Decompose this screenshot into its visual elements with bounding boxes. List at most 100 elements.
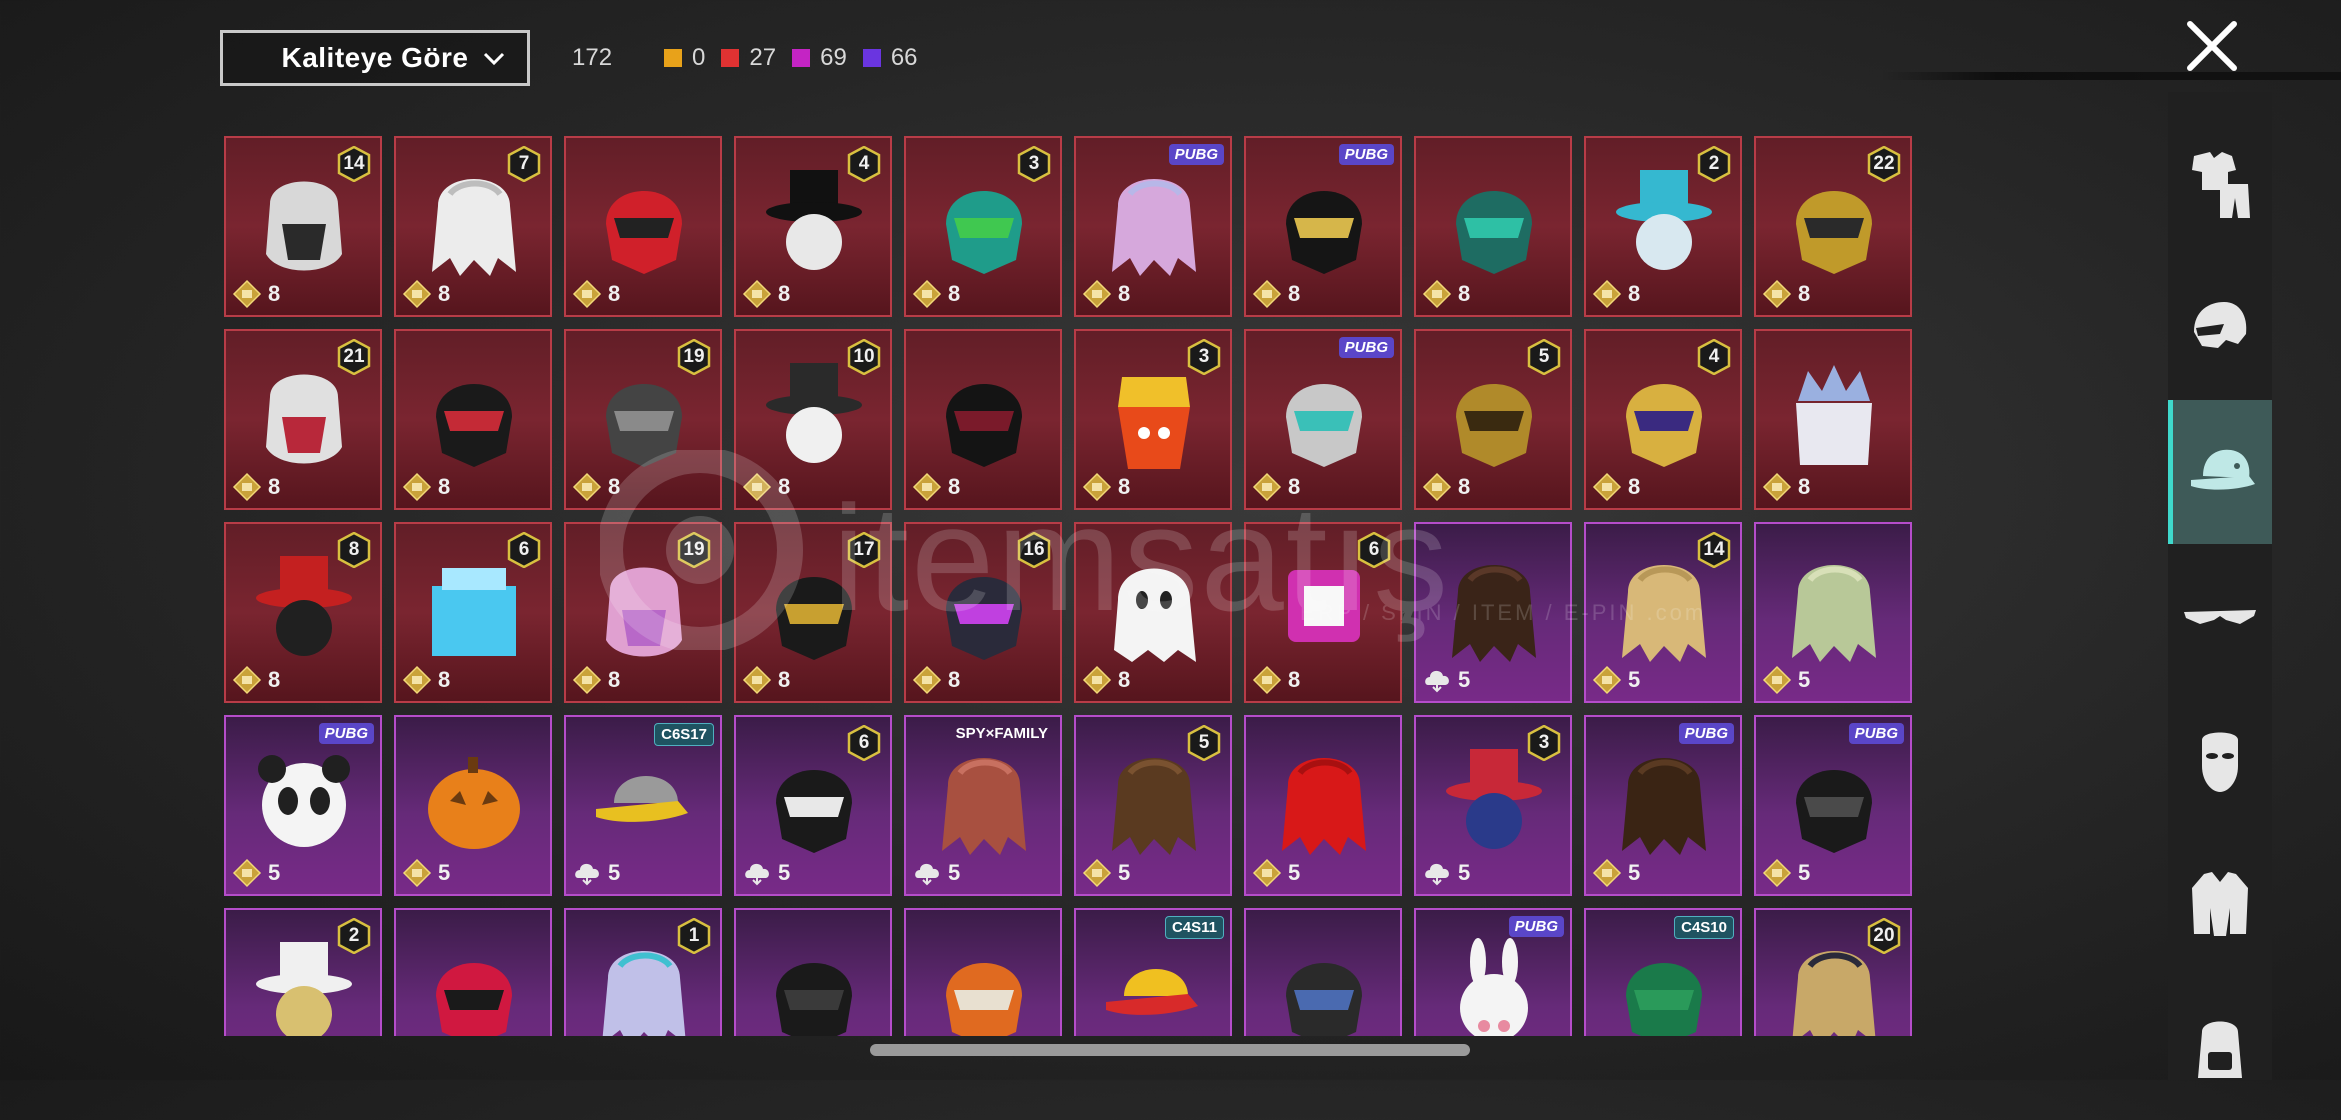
item-tile[interactable]	[1244, 908, 1402, 1036]
sort-dropdown[interactable]: Kaliteye Göre	[220, 30, 530, 86]
item-cost-value: 8	[268, 281, 281, 306]
backpack-icon	[2198, 1021, 2242, 1078]
item-tile[interactable]	[734, 908, 892, 1036]
item-tile[interactable]: C4S10	[1584, 908, 1742, 1036]
item-tile[interactable]: 48	[1584, 329, 1742, 510]
horizontal-scrollbar[interactable]	[870, 1044, 1470, 1056]
item-cost-value: 8	[1288, 667, 1301, 692]
item-tile[interactable]: 35	[1414, 715, 1572, 896]
item-tile[interactable]: 20	[1754, 908, 1912, 1036]
item-tile[interactable]: 8	[1414, 136, 1572, 317]
coin-icon	[1252, 279, 1282, 309]
item-tile[interactable]	[904, 908, 1062, 1036]
item-tile[interactable]: 22 8	[1754, 136, 1912, 317]
item-cost: 8	[912, 665, 960, 695]
item-cost-value: 5	[948, 860, 961, 885]
sidebar-item-jacket[interactable]	[2168, 832, 2272, 976]
header-divider	[1880, 72, 2341, 80]
item-tile[interactable]: 65	[734, 715, 892, 896]
item-tile[interactable]: 8	[1074, 522, 1232, 703]
sidebar-item-outfit[interactable]	[2168, 112, 2272, 256]
item-tile[interactable]: C6S17 5	[564, 715, 722, 896]
item-tile[interactable]: 5	[394, 715, 552, 896]
item-cost-value: 8	[268, 474, 281, 499]
item-cost: 5	[912, 858, 960, 888]
item-tile[interactable]: 21 8	[224, 329, 382, 510]
item-cost-value: 8	[438, 474, 451, 499]
item-tile[interactable]: 19 8	[564, 522, 722, 703]
item-tile[interactable]: 8	[394, 329, 552, 510]
level-badge: 4	[1696, 339, 1732, 375]
item-tile[interactable]: 58	[1414, 329, 1572, 510]
rarity-swatch	[792, 49, 811, 67]
item-tile[interactable]: 14 5	[1584, 522, 1742, 703]
item-tile[interactable]: SPY×FAMILY 5	[904, 715, 1062, 896]
sidebar-item-mask[interactable]	[2168, 688, 2272, 832]
collab-tag: PUBG	[1168, 144, 1224, 165]
item-tile[interactable]: 38	[904, 136, 1062, 317]
item-tile[interactable]: 88	[224, 522, 382, 703]
item-tile[interactable]: 8	[1754, 329, 1912, 510]
item-cost-value: 8	[268, 667, 281, 692]
item-tile[interactable]: 5	[1414, 522, 1572, 703]
item-tile[interactable]: 14 8	[224, 136, 382, 317]
close-icon[interactable]	[2182, 16, 2242, 76]
item-tile[interactable]: PUBG 8	[1244, 329, 1402, 510]
item-cost: 5	[742, 858, 790, 888]
item-tile[interactable]: 28	[1584, 136, 1742, 317]
coin-icon	[1592, 472, 1622, 502]
level-badge: 21	[336, 339, 372, 375]
level-badge-value: 4	[1708, 346, 1720, 367]
level-badge-value: 17	[853, 539, 875, 560]
chevron-down-icon	[483, 52, 505, 66]
item-cost: 8	[1082, 472, 1130, 502]
item-tile[interactable]: 78	[394, 136, 552, 317]
item-tile[interactable]: 16 8	[904, 522, 1062, 703]
item-tile[interactable]: 8	[904, 329, 1062, 510]
sidebar-item-backpack[interactable]	[2168, 976, 2272, 1120]
cloud-coin-icon	[575, 863, 599, 886]
item-tile[interactable]: PUBG 5	[224, 715, 382, 896]
item-image	[1286, 191, 1362, 274]
sidebar-item-glasses[interactable]	[2168, 544, 2272, 688]
item-tile[interactable]: 17 8	[734, 522, 892, 703]
item-tile[interactable]: C4S11	[1074, 908, 1232, 1036]
item-tile[interactable]: 55	[1074, 715, 1232, 896]
level-badge: 22	[1866, 146, 1902, 182]
item-cost: 8	[742, 665, 790, 695]
coin-icon	[402, 858, 432, 888]
item-tile[interactable]: 68	[394, 522, 552, 703]
item-tile[interactable]	[394, 908, 552, 1036]
coin-icon	[1252, 858, 1282, 888]
item-tile[interactable]: PUBG 8	[1074, 136, 1232, 317]
item-cost: 5	[1762, 665, 1810, 695]
item-tile[interactable]: 19 8	[564, 329, 722, 510]
item-tile[interactable]: 2	[224, 908, 382, 1036]
item-tile[interactable]: 48	[734, 136, 892, 317]
item-tile[interactable]: 10 8	[734, 329, 892, 510]
sidebar-item-cap[interactable]	[2168, 400, 2272, 544]
sidebar-item-helmet[interactable]	[2168, 256, 2272, 400]
item-cost-value: 5	[1628, 860, 1641, 885]
item-cost-value: 5	[1288, 860, 1301, 885]
item-image	[1106, 969, 1198, 1015]
level-badge: 3	[1016, 146, 1052, 182]
cap-icon	[2190, 449, 2255, 490]
level-badge-value: 4	[858, 153, 870, 174]
coin-icon	[1762, 858, 1792, 888]
item-tile[interactable]: PUBG 8	[1244, 136, 1402, 317]
rarity-count-pink: 69	[792, 44, 847, 72]
item-cost-value: 8	[608, 281, 621, 306]
item-cost: 8	[742, 472, 790, 502]
item-cost: 5	[1592, 665, 1640, 695]
level-badge-value: 14	[343, 153, 365, 174]
item-tile[interactable]: PUBG	[1414, 908, 1572, 1036]
item-tile[interactable]: 5	[1244, 715, 1402, 896]
item-tile[interactable]: 5	[1754, 522, 1912, 703]
item-tile[interactable]: 38	[1074, 329, 1232, 510]
item-tile[interactable]: PUBG 5	[1754, 715, 1912, 896]
item-tile[interactable]: 8	[564, 136, 722, 317]
item-tile[interactable]: 68	[1244, 522, 1402, 703]
item-tile[interactable]: PUBG 5	[1584, 715, 1742, 896]
item-tile[interactable]: 1	[564, 908, 722, 1036]
